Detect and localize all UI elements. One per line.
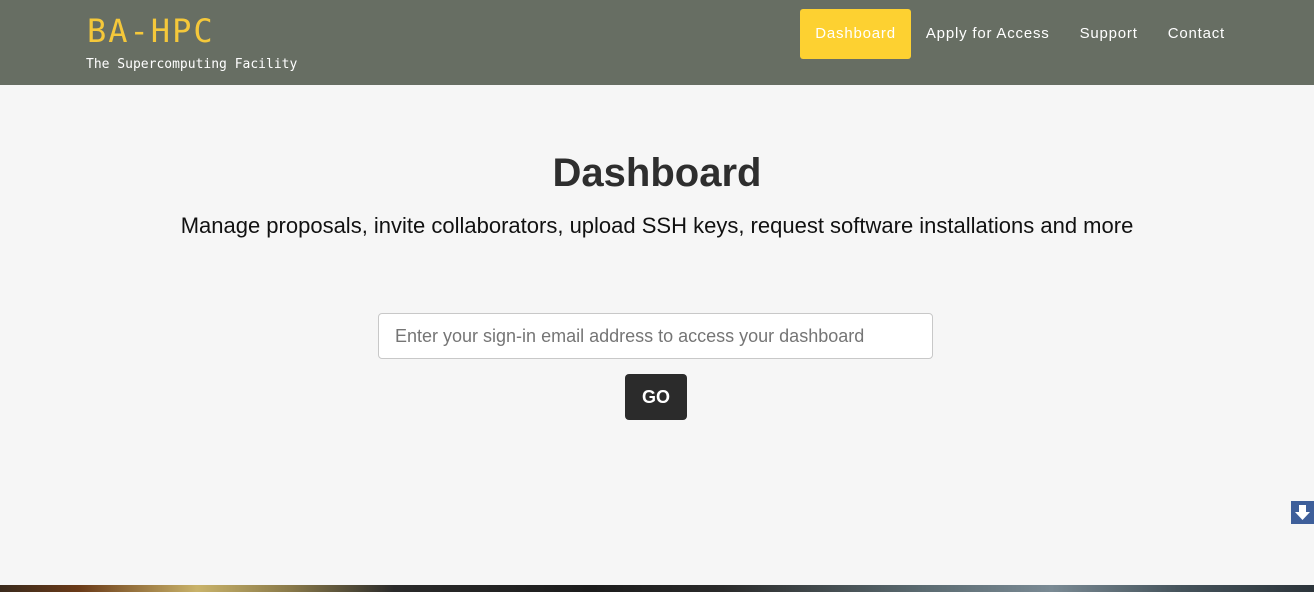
site-header: BA-HPC The Supercomputing Facility Dashb… — [0, 0, 1314, 85]
page-subtitle: Manage proposals, invite collaborators, … — [180, 213, 1134, 238]
arrow-down-icon — [1295, 505, 1310, 520]
go-button[interactable]: GO — [625, 374, 687, 420]
nav-contact[interactable]: Contact — [1153, 9, 1240, 59]
site-logo[interactable]: BA-HPC — [87, 10, 215, 52]
footer-banner-image — [0, 585, 1314, 592]
scroll-down-button[interactable] — [1291, 501, 1314, 524]
page-title: Dashboard — [552, 151, 762, 195]
nav-dashboard[interactable]: Dashboard — [800, 9, 911, 59]
main-content: Dashboard Manage proposals, invite colla… — [0, 85, 1314, 585]
site-tagline: The Supercomputing Facility — [86, 57, 298, 72]
email-field[interactable] — [378, 313, 933, 359]
nav-support[interactable]: Support — [1065, 9, 1153, 59]
main-nav: Dashboard Apply for Access Support Conta… — [800, 9, 1240, 59]
nav-apply-for-access[interactable]: Apply for Access — [911, 9, 1065, 59]
